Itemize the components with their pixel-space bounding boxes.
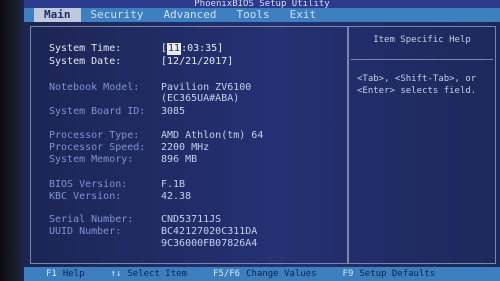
menu-tab-security[interactable]: Security [81, 8, 154, 22]
system-time-label: System Time: [49, 43, 122, 54]
uuid-number-label: UUID Number: [49, 226, 122, 237]
footer-key-arrows[interactable]: ↑↓ [85, 269, 122, 279]
processor-speed-value: 2200 MHz [161, 142, 210, 153]
help-panel: Item Specific Help <Tab>, <Shift-Tab>, o… [348, 26, 496, 264]
kbc-version-label: KBC Version: [49, 191, 122, 202]
serial-number-value: CND53711JS [161, 214, 222, 225]
processor-type-value: AMD Athlon(tm) 64 [161, 130, 264, 141]
main-panel: System Time: [11:03:35] System Date: [12… [30, 26, 348, 264]
serial-number-label: Serial Number: [49, 214, 134, 225]
bios-version-label: BIOS Version: [49, 179, 128, 190]
uuid-number-value-line2: 9C36000FB07826A4 [161, 238, 258, 249]
system-memory-value: 896 MB [161, 154, 198, 165]
footer-desc-setup-defaults: Setup Defaults [359, 269, 436, 279]
footer-key-f9[interactable]: F9 [317, 269, 354, 279]
notebook-model-sub: (EC365UA#ABA) [161, 93, 240, 104]
system-date-field[interactable]: [12/21/2017] [161, 56, 233, 68]
menu-tab-main[interactable]: Main [34, 8, 81, 22]
system-memory-label: System Memory: [49, 154, 134, 165]
help-title: Item Specific Help [373, 35, 471, 45]
system-time-field[interactable]: [11:03:35] [161, 43, 223, 55]
footer-key-f1[interactable]: F1 [24, 269, 57, 279]
help-text: <Tab>, <Shift-Tab>, or <Enter> selects f… [357, 74, 477, 96]
uuid-number-value-line1: BC42127020C311DA [161, 226, 258, 237]
footer-desc-help: Help [62, 269, 85, 279]
bios-screen: PhoenixBIOS Setup Utility Main Security … [0, 0, 500, 281]
help-divider [351, 59, 493, 60]
system-date-value[interactable]: 12/21/2017 [167, 56, 227, 67]
footer-desc-select-item: Select Item [127, 269, 187, 279]
window-title: PhoenixBIOS Setup Utility [24, 0, 500, 8]
processor-type-label: Processor Type: [49, 130, 140, 141]
time-rest: :03:35 [181, 43, 218, 54]
system-date-label: System Date: [49, 56, 122, 67]
notebook-model-label: Notebook Model: [49, 82, 140, 93]
menu-tab-advanced[interactable]: Advanced [153, 8, 226, 22]
menu-tab-exit[interactable]: Exit [280, 8, 327, 22]
menu-tab-tools[interactable]: Tools [226, 8, 279, 22]
system-board-label: System Board ID: [49, 106, 146, 117]
footer-key-f5f6[interactable]: F5/F6 [187, 269, 240, 279]
processor-speed-label: Processor Speed: [49, 142, 146, 153]
bios-version-value: F.1B [161, 179, 186, 190]
kbc-version-value: 42.38 [161, 191, 192, 202]
time-hour-cursor[interactable]: 11 [167, 43, 182, 55]
menu-bar: Main Security Advanced Tools Exit [24, 8, 500, 22]
footer-desc-change-values: Change Values [246, 269, 317, 279]
monitor-bezel [0, 0, 24, 281]
footer-key-bar: F1 Help ↑↓ Select Item F5/F6 Change Valu… [24, 267, 500, 281]
system-board-value: 3085 [161, 106, 186, 117]
